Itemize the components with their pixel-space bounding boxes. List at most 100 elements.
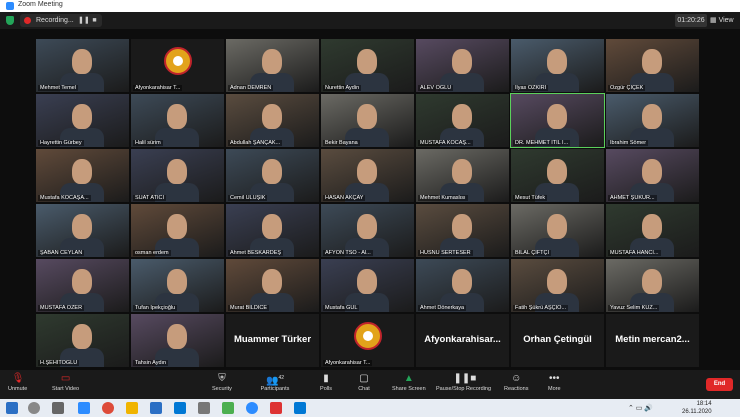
gallery-grid: Mehmet Temel Afyonkarahisar T... Adnan DEM… (36, 39, 699, 367)
participant-tile[interactable]: MUSTAFA KOCAŞ... (416, 94, 509, 147)
polls-button[interactable]: ▮ Polls (320, 373, 332, 392)
participant-tile[interactable]: Halil sürim (131, 94, 224, 147)
security-shield-icon[interactable] (6, 16, 14, 25)
participant-name: Afyonkarahisar... (424, 334, 501, 345)
camera-icon[interactable] (198, 402, 210, 414)
view-label: View (718, 17, 734, 24)
participant-tile[interactable]: Hayrettin Gürbey (36, 94, 129, 147)
stop-icon[interactable]: ■ (90, 16, 99, 25)
app-icon[interactable] (222, 402, 234, 414)
participant-tile[interactable]: Afyonkarahisar T... (321, 314, 414, 367)
participant-name: Mustafa GÜL (323, 305, 360, 311)
participant-tile[interactable]: DR. MEHMET İTİL İ... (510, 93, 605, 148)
participant-tile[interactable]: Adnan DEMREN (226, 39, 319, 92)
edge-icon[interactable] (78, 402, 90, 414)
participant-name: Ahmet BESKARDEŞ (228, 250, 284, 256)
participant-name: Yavuz Selim KUZ... (608, 305, 660, 311)
participant-tile[interactable]: Mehmet Kumaslısı (416, 149, 509, 202)
participant-tile[interactable]: Afyonkarahisar... (416, 314, 509, 367)
reactions-button[interactable]: ☺ Reactions (504, 373, 528, 392)
participant-face (547, 269, 567, 294)
participant-tile[interactable]: AHMET ŞÜKÜR... (606, 149, 699, 202)
participant-tile[interactable]: İbrahim Sömer (606, 94, 699, 147)
chat-button[interactable]: ▢ Chat (358, 373, 370, 392)
participant-tile[interactable]: ALEV ÖĞLÜ (416, 39, 509, 92)
participant-tile[interactable]: Orhan Çetingül (511, 314, 604, 367)
participant-tile[interactable]: Murat BİLDİCE (226, 259, 319, 312)
store-icon[interactable] (150, 402, 162, 414)
chrome-icon[interactable] (102, 402, 114, 414)
view-button[interactable]: ▦ View (710, 14, 738, 27)
participant-tile[interactable]: Yavuz Selim KUZ... (606, 259, 699, 312)
participant-tile[interactable]: Ahmet BESKARDEŞ (226, 204, 319, 257)
participant-name: Tahsin Aydın (133, 360, 169, 366)
participant-name: Nurettin Aydin (323, 85, 362, 91)
participant-name: H.ŞEHİTOĞLU (38, 360, 80, 366)
opera-icon[interactable] (270, 402, 282, 414)
zoom-taskbar-icon[interactable] (246, 402, 258, 414)
participant-tile[interactable]: Mustafa KOCAŞA... (36, 149, 129, 202)
participant-tile[interactable]: HASAN AKÇAY (321, 149, 414, 202)
participants-button[interactable]: 👥42 Participants (260, 373, 290, 392)
recording-indicator: Recording... ❚❚ ■ (20, 14, 102, 27)
pause-stop-recording-button[interactable]: ❚❚■ Pause/Stop Recording (436, 373, 491, 392)
start-icon[interactable] (6, 402, 18, 414)
participant-tile[interactable]: MUSTAFA HANCI... (606, 204, 699, 257)
polls-icon: ▮ (323, 373, 329, 384)
recording-dot-icon (24, 17, 31, 24)
search-icon[interactable] (28, 402, 40, 414)
participant-tile[interactable]: Metin mercan2... (606, 314, 699, 367)
more-button[interactable]: ••• More (548, 373, 561, 392)
shield-icon: ⛨ (218, 373, 226, 384)
folder-icon[interactable] (126, 402, 138, 414)
participant-tile[interactable]: Cemil ULUŞIK (226, 149, 319, 202)
meeting-timer: 01:20:26 (675, 14, 707, 27)
participant-name: ŞABAN CEYLAN (38, 250, 85, 256)
participant-tile[interactable]: Muammer Türker (226, 314, 319, 367)
participant-tile[interactable]: Tahsin Aydın (131, 314, 224, 367)
participant-name: Tufan İpekçioğlu (133, 305, 178, 311)
participant-tile[interactable]: ŞABAN CEYLAN (36, 204, 129, 257)
participant-tile[interactable]: Mehmet Temel (36, 39, 129, 92)
participant-tile[interactable]: Özgür ÇİÇEK (606, 39, 699, 92)
participant-name: Abdullah ŞANÇAK... (228, 140, 283, 146)
participant-tile[interactable]: İlyas ÖZKİRİ (511, 39, 604, 92)
start-video-button[interactable]: ▭ Start Video (52, 373, 79, 392)
participant-tile[interactable]: Abdullah ŞANÇAK... (226, 94, 319, 147)
participant-tile[interactable]: Afyonkarahisar T... (131, 39, 224, 92)
participant-tile[interactable]: Fatih Şükrü AŞÇIO... (511, 259, 604, 312)
pause-icon[interactable]: ❚❚ (78, 16, 90, 25)
participant-tile[interactable]: Bekir Bayana (321, 94, 414, 147)
participant-tile[interactable]: osman erdem (131, 204, 224, 257)
participant-name: Mehmet Kumaslısı (418, 195, 468, 201)
participant-tile[interactable]: BİLAL ÇİFTÇİ (511, 204, 604, 257)
participant-tile[interactable]: Tufan İpekçioğlu (131, 259, 224, 312)
participant-name: Halil sürim (133, 140, 163, 146)
meeting-topbar: Recording... ❚❚ ■ 01:20:26 ▦ View (0, 12, 740, 29)
share-screen-button[interactable]: ▲ Share Screen (392, 373, 426, 392)
participant-tile[interactable]: HÜSNÜ SERTESER (416, 204, 509, 257)
participant-face (452, 104, 472, 129)
participant-tile[interactable]: H.ŞEHİTOĞLU (36, 314, 129, 367)
security-button[interactable]: ⛨ Security (212, 373, 232, 392)
participants-icon: 👥42 (265, 375, 284, 387)
participant-name: Muammer Türker (233, 334, 312, 345)
participant-tile[interactable]: MUSTAFA ÖZER (36, 259, 129, 312)
unmute-button[interactable]: 🎙 Unmute (8, 373, 27, 392)
participant-tile[interactable]: SUAT ATICI (131, 149, 224, 202)
participant-tile[interactable]: Nurettin Aydin (321, 39, 414, 92)
mail-icon[interactable] (174, 402, 186, 414)
participant-face (72, 269, 92, 294)
edge-new-icon[interactable] (294, 402, 306, 414)
participant-tile[interactable]: Mesut Tüfek (511, 149, 604, 202)
participant-tile[interactable]: AFYON TSO - Al... (321, 204, 414, 257)
participant-face (262, 104, 282, 129)
participant-tile[interactable]: Mustafa GÜL (321, 259, 414, 312)
chat-icon: ▢ (359, 373, 369, 384)
end-button[interactable]: End (706, 378, 733, 391)
tray-icons[interactable]: ⌃ ▭ 🔊 (628, 404, 653, 412)
participant-name: Fatih Şükrü AŞÇIO... (513, 305, 569, 311)
task-view-icon[interactable] (52, 402, 64, 414)
participant-face (642, 214, 662, 239)
participant-tile[interactable]: Ahmet Dönerkaya (416, 259, 509, 312)
